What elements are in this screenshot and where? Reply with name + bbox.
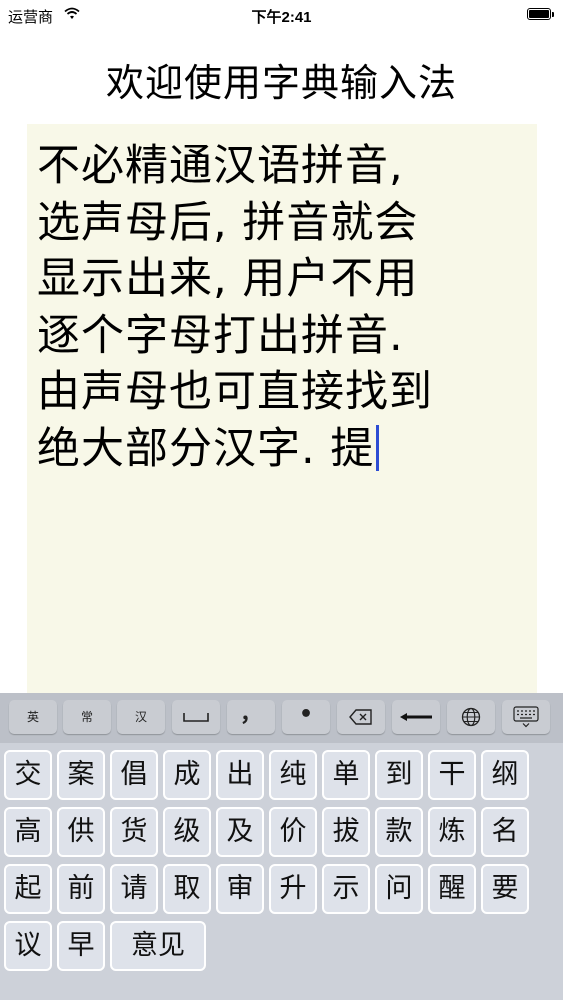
keyboard-toolbar: 英 常 汉 ， • xyxy=(0,693,563,743)
status-bar: 运营商 下午2:41 xyxy=(0,0,563,30)
globe-icon xyxy=(461,707,481,727)
page-title: 欢迎使用字典输入法 xyxy=(105,61,457,105)
candidate-key[interactable]: 案 xyxy=(57,750,105,800)
return-icon xyxy=(400,713,432,721)
text-line-last: 绝大部分汉字. 提 xyxy=(37,421,532,478)
english-mode-key[interactable]: 英 xyxy=(9,700,57,734)
keyboard: 英 常 汉 ， • 交 案 倡 成 出 纯 单 到 干 纲 高 供 货 级 及 … xyxy=(0,693,563,1000)
delete-key[interactable] xyxy=(337,700,385,734)
candidate-key[interactable]: 供 xyxy=(57,807,105,857)
candidate-key[interactable]: 倡 xyxy=(110,750,158,800)
candidate-key[interactable]: 审 xyxy=(216,864,264,914)
candidate-key[interactable]: 请 xyxy=(110,864,158,914)
common-mode-key[interactable]: 常 xyxy=(63,700,111,734)
keyboard-hide-icon xyxy=(513,706,539,728)
space-key[interactable] xyxy=(172,700,220,734)
text-line: 不必精通汉语拼音, xyxy=(37,141,404,191)
status-time: 下午2:41 xyxy=(251,9,312,26)
text-editor[interactable]: 不必精通汉语拼音, 选声母后, 拼音就会 显示出来, 用户不用 逐个字母打出拼音… xyxy=(27,124,537,700)
candidate-key[interactable]: 示 xyxy=(322,864,370,914)
text-line: 由声母也可直接找到 xyxy=(37,367,433,417)
text-caret xyxy=(376,424,380,471)
comma-key[interactable]: ， xyxy=(227,700,275,734)
candidate-key[interactable]: 货 xyxy=(110,807,158,857)
screen: 运营商 下午2:41 欢迎使用字典输入法 不必精通汉语拼音, 选声母后, 拼音就… xyxy=(0,0,563,1000)
period-key[interactable]: • xyxy=(282,700,330,734)
candidate-key[interactable]: 前 xyxy=(57,864,105,914)
candidate-key[interactable]: 升 xyxy=(269,864,317,914)
candidate-key[interactable]: 及 xyxy=(216,807,264,857)
candidate-key[interactable]: 醒 xyxy=(428,864,476,914)
candidate-key[interactable]: 意见 xyxy=(110,921,206,971)
return-key[interactable] xyxy=(392,700,440,734)
candidate-key[interactable]: 单 xyxy=(322,750,370,800)
candidate-key[interactable]: 拔 xyxy=(322,807,370,857)
candidate-key[interactable]: 名 xyxy=(481,807,529,857)
space-icon xyxy=(183,713,209,722)
text-line: 显示出来, 用户不用 xyxy=(37,254,419,304)
candidate-key[interactable]: 高 xyxy=(4,807,52,857)
candidate-key[interactable]: 交 xyxy=(4,750,52,800)
candidate-key[interactable]: 要 xyxy=(481,864,529,914)
text-line: 选声母后, 拼音就会 xyxy=(37,197,419,248)
battery-full-icon xyxy=(527,8,554,20)
candidate-key[interactable]: 纲 xyxy=(481,750,529,800)
candidate-key[interactable]: 款 xyxy=(375,807,423,857)
candidate-key[interactable]: 干 xyxy=(428,750,476,800)
candidate-key[interactable]: 议 xyxy=(4,921,52,971)
candidate-key[interactable]: 级 xyxy=(163,807,211,857)
globe-key[interactable] xyxy=(447,700,495,734)
candidate-key[interactable]: 取 xyxy=(163,864,211,914)
delete-icon xyxy=(349,709,372,725)
candidate-key[interactable]: 成 xyxy=(163,750,211,800)
text-content: 不必精通汉语拼音, 选声母后, 拼音就会 显示出来, 用户不用 逐个字母打出拼音… xyxy=(37,138,532,477)
candidate-key[interactable]: 价 xyxy=(269,807,317,857)
candidate-key[interactable]: 早 xyxy=(57,921,105,971)
chinese-mode-key[interactable]: 汉 xyxy=(117,700,165,734)
candidate-key[interactable]: 纯 xyxy=(269,750,317,800)
candidate-key[interactable]: 炼 xyxy=(428,807,476,857)
hide-keyboard-key[interactable] xyxy=(502,700,550,734)
candidate-key[interactable]: 出 xyxy=(216,750,264,800)
candidate-key[interactable]: 问 xyxy=(375,864,423,914)
text-line: 绝大部分汉字. 提 xyxy=(37,423,375,474)
text-line: 逐个字母打出拼音. xyxy=(37,310,404,361)
candidate-key[interactable]: 到 xyxy=(375,750,423,800)
candidate-key[interactable]: 起 xyxy=(4,864,52,914)
